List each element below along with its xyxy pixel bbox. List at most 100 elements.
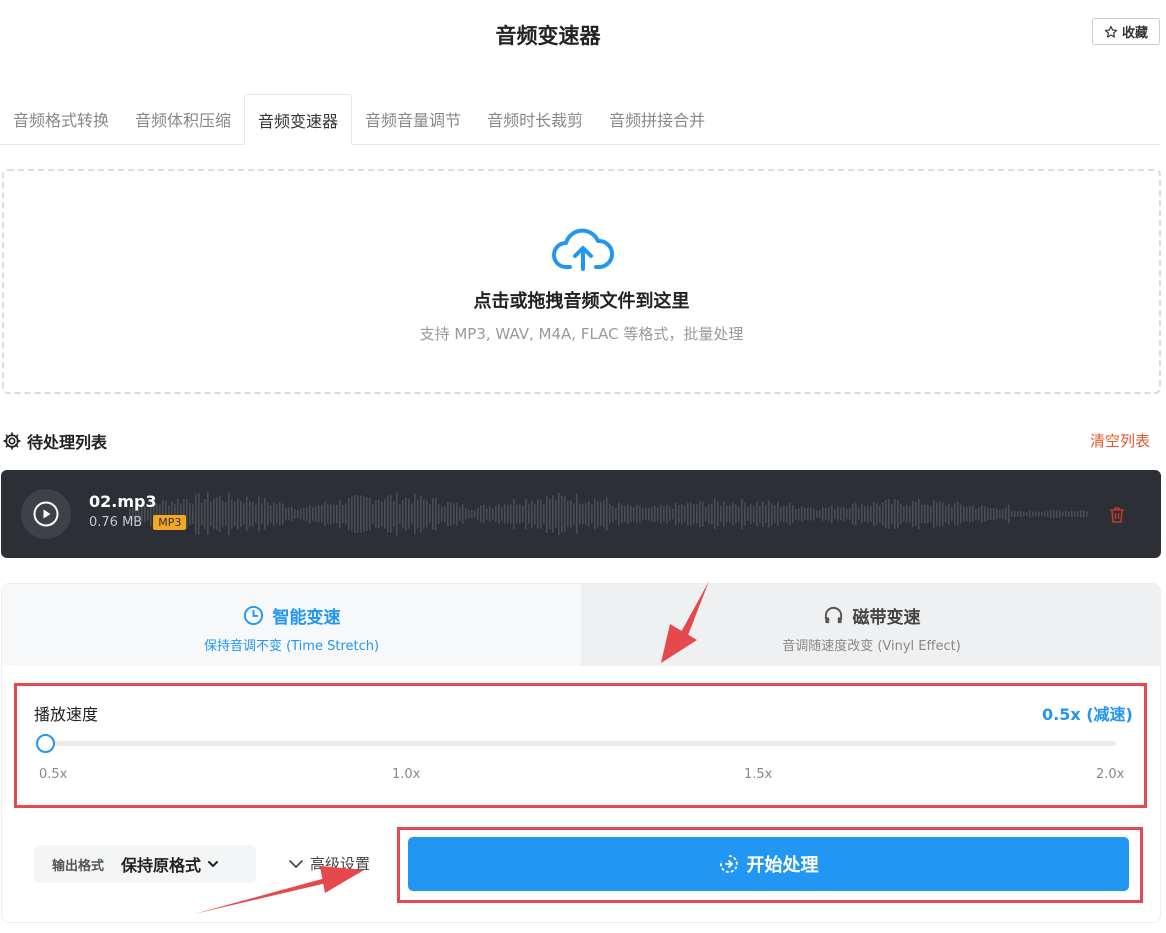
- waveform-bar: [807, 507, 809, 521]
- queue-header: 待处理列表: [2, 429, 107, 453]
- waveform: [129, 492, 1088, 536]
- waveform-bar: [645, 508, 647, 520]
- trash-icon[interactable]: [1107, 505, 1127, 525]
- mode-vinyl-speed[interactable]: 磁带变速 音调随速度改变 (Vinyl Effect): [581, 584, 1160, 666]
- waveform-bar: [666, 504, 668, 524]
- waveform-bar: [294, 509, 296, 519]
- clear-list-button[interactable]: 清空列表: [1090, 430, 1150, 451]
- waveform-bar: [846, 508, 848, 520]
- tab-merge[interactable]: 音频拼接合并: [596, 94, 718, 143]
- waveform-bar: [582, 503, 584, 525]
- waveform-bar: [957, 501, 959, 527]
- waveform-bar: [240, 500, 242, 528]
- waveform-bar: [642, 508, 644, 520]
- waveform-bar: [1068, 511, 1070, 517]
- waveform-bar: [378, 499, 380, 529]
- tab-speed-changer[interactable]: 音频变速器: [244, 94, 353, 145]
- waveform-bar: [1065, 510, 1067, 518]
- waveform-bar: [939, 501, 941, 527]
- waveform-bar: [300, 508, 302, 520]
- waveform-bar: [585, 502, 587, 526]
- waveform-bar: [360, 495, 362, 533]
- tab-format-convert[interactable]: 音频格式转换: [0, 94, 122, 143]
- waveform-bar: [762, 501, 764, 527]
- waveform-bar: [354, 495, 356, 533]
- waveform-bar: [261, 503, 263, 525]
- waveform-bar: [906, 505, 908, 523]
- waveform-bar: [633, 507, 635, 521]
- waveform-bar: [876, 503, 878, 525]
- waveform-bar: [657, 507, 659, 521]
- waveform-bar: [258, 496, 260, 532]
- waveform-bar: [774, 504, 776, 524]
- waveform-bar: [327, 504, 329, 524]
- waveform-bar: [363, 496, 365, 532]
- favorite-button[interactable]: 收藏: [1092, 18, 1160, 45]
- file-item: 02.mp3 0.76 MB MP3: [1, 470, 1161, 558]
- waveform-bar: [1080, 510, 1082, 518]
- waveform-bar: [1044, 511, 1046, 517]
- waveform-bar: [549, 498, 551, 530]
- waveform-bar: [1032, 511, 1034, 517]
- waveform-bar: [333, 504, 335, 524]
- waveform-bar: [888, 499, 890, 529]
- waveform-bar: [609, 504, 611, 524]
- queue-title: 待处理列表: [27, 433, 108, 452]
- waveform-bar: [972, 505, 974, 523]
- waveform-bar: [741, 498, 743, 530]
- waveform-bar: [852, 503, 854, 525]
- play-icon: [33, 501, 59, 527]
- waveform-bar: [909, 505, 911, 523]
- waveform-bar: [279, 502, 281, 526]
- waveform-bar: [768, 500, 770, 528]
- waveform-bar: [1002, 509, 1004, 519]
- waveform-bar: [810, 507, 812, 521]
- waveform-bar: [432, 498, 434, 530]
- advanced-settings-toggle[interactable]: 高级设置: [288, 853, 370, 874]
- waveform-bar: [456, 502, 458, 526]
- waveform-bar: [897, 500, 899, 528]
- waveform-bar: [324, 501, 326, 527]
- waveform-bar: [507, 504, 509, 524]
- mode-vinyl-title: 磁带变速: [852, 608, 921, 628]
- waveform-bar: [204, 498, 206, 530]
- waveform-bar: [477, 507, 479, 521]
- waveform-bar: [501, 507, 503, 521]
- waveform-bar: [297, 509, 299, 519]
- waveform-bar: [408, 499, 410, 529]
- waveform-bar: [705, 507, 707, 521]
- play-button[interactable]: [21, 489, 71, 539]
- output-format-value: 保持原格式: [121, 856, 202, 875]
- waveform-bar: [390, 495, 392, 533]
- waveform-bar: [786, 505, 788, 523]
- waveform-bar: [894, 499, 896, 529]
- tab-compress[interactable]: 音频体积压缩: [122, 94, 244, 143]
- upload-dropzone[interactable]: 点击或拖拽音频文件到这里 支持 MP3, WAV, M4A, FLAC 等格式，…: [2, 169, 1161, 394]
- mode-smart-speed[interactable]: 智能变速 保持音调不变 (Time Stretch): [2, 584, 581, 666]
- waveform-bar: [252, 501, 254, 527]
- waveform-bar: [561, 495, 563, 533]
- waveform-bar: [405, 497, 407, 531]
- waveform-bar: [960, 504, 962, 524]
- waveform-bar: [864, 505, 866, 523]
- tab-trim[interactable]: 音频时长裁剪: [474, 94, 596, 143]
- waveform-bar: [1005, 507, 1007, 521]
- waveform-bar: [468, 509, 470, 519]
- waveform-bar: [369, 498, 371, 530]
- waveform-bar: [687, 502, 689, 526]
- waveform-bar: [510, 504, 512, 524]
- waveform-bar: [420, 495, 422, 533]
- waveform-bar: [828, 507, 830, 521]
- output-format-select[interactable]: 输出格式 保持原格式: [34, 845, 256, 883]
- mode-smart-subtitle: 保持音调不变 (Time Stretch): [203, 639, 380, 654]
- waveform-bar: [651, 506, 653, 522]
- waveform-bar: [978, 507, 980, 521]
- waveform-bar: [660, 504, 662, 524]
- waveform-bar: [423, 499, 425, 529]
- tab-volume[interactable]: 音频音量调节: [352, 94, 474, 143]
- waveform-bar: [195, 493, 197, 535]
- waveform-bar: [450, 502, 452, 526]
- waveform-bar: [237, 498, 239, 530]
- waveform-bar: [639, 505, 641, 523]
- waveform-bar: [831, 505, 833, 523]
